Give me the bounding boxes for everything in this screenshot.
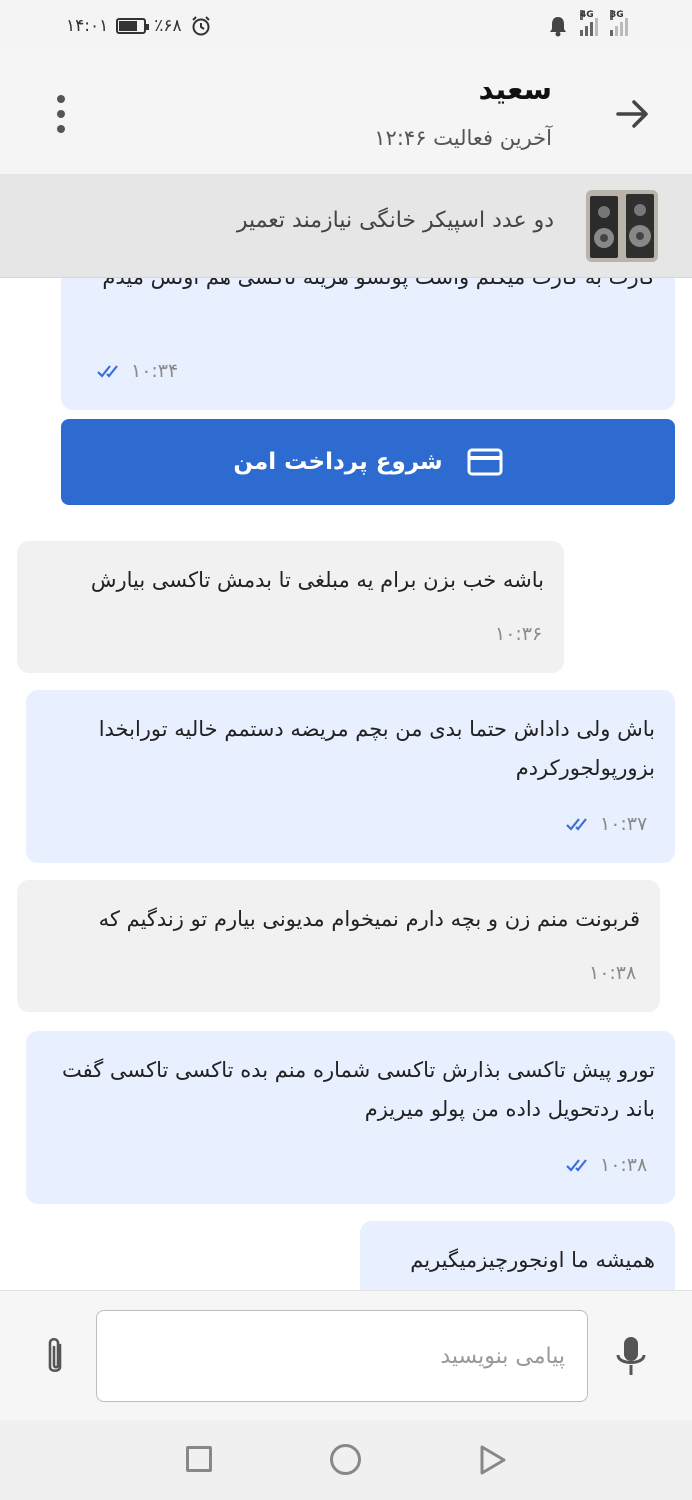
arrow-right-icon[interactable]: [612, 94, 652, 134]
paperclip-icon[interactable]: [40, 1335, 70, 1379]
message-incoming[interactable]: قربونت منم زن و بچه دارم نمیخوام مدیونی …: [17, 880, 660, 1012]
message-time: ۱۰:۳۶: [495, 623, 543, 645]
message-meta: ۱۰:۳۷: [566, 813, 647, 835]
message-text: قربونت منم زن و بچه دارم نمیخوام مدیونی …: [98, 907, 640, 931]
double-check-icon: [97, 365, 118, 378]
message-text: باش ولی داداش حتما بدی من بچم مریضه دستم…: [98, 717, 655, 780]
signal-icon-4g: 4G: [580, 10, 598, 36]
last-seen: آخرین فعالیت ۱۲:۴۶: [374, 126, 552, 150]
message-incoming[interactable]: باشه خب بزن برام یه مبلغی تا بدمش تاکسی …: [17, 541, 564, 673]
double-check-icon: [566, 818, 587, 831]
message-input[interactable]: [96, 1310, 588, 1402]
status-time: ۱۴:۰۱: [66, 16, 109, 36]
more-vertical-icon[interactable]: [52, 94, 70, 134]
message-outgoing[interactable]: کارت به کارت میکنم واست پولشو هزینه تاکس…: [61, 278, 675, 410]
message-meta: ۱۰:۳۶: [495, 623, 542, 645]
status-bar: ۱۴:۰۱ ٪۶۸ 4G 3G: [0, 0, 692, 52]
back-triangle-icon[interactable]: [478, 1444, 508, 1476]
message-meta: ۱۰:۳۸: [566, 1154, 647, 1176]
secure-payment-button[interactable]: شروع پرداخت امن: [61, 419, 675, 505]
contact-name: سعید: [478, 72, 552, 106]
message-text: کارت به کارت میکنم واست پولشو هزینه تاکس…: [81, 278, 655, 297]
recent-apps-icon[interactable]: [186, 1446, 212, 1472]
message-outgoing[interactable]: همیشه ما اونجورچیزمیگیریم: [360, 1221, 675, 1290]
message-outgoing[interactable]: باش ولی داداش حتما بدی من بچم مریضه دستم…: [26, 690, 675, 863]
microphone-icon[interactable]: [612, 1335, 650, 1379]
message-time: ۱۰:۳۴: [131, 360, 179, 382]
listing-title: دو عدد اسپیکر خانگی نیازمند تعمیر: [236, 208, 554, 233]
double-check-icon: [566, 1159, 587, 1172]
message-time: ۱۰:۳۸: [600, 1154, 648, 1176]
message-time: ۱۰:۳۸: [589, 962, 637, 984]
signal-icon-3g: 3G: [610, 10, 628, 36]
message-list[interactable]: کارت به کارت میکنم واست پولشو هزینه تاکس…: [0, 278, 692, 1290]
chat-header: سعید آخرین فعالیت ۱۲:۴۶: [0, 52, 692, 174]
secure-payment-label: شروع پرداخت امن: [233, 449, 443, 475]
credit-card-icon: [467, 448, 503, 476]
message-composer: [0, 1290, 692, 1420]
message-text: باشه خب بزن برام یه مبلغی تا بدمش تاکسی …: [90, 568, 544, 592]
status-left: ۱۴:۰۱ ٪۶۸: [66, 15, 212, 37]
listing-thumbnail: [586, 190, 658, 262]
message-meta: ۱۰:۳۴: [97, 360, 178, 382]
message-time: ۱۰:۳۷: [600, 813, 648, 835]
speaker-image-icon: [586, 190, 658, 262]
battery-level: ٪۶۸: [154, 16, 182, 36]
message-outgoing[interactable]: تورو پیش تاکسی بذارش تاکسی شماره منم بده…: [26, 1031, 675, 1204]
bell-mute-icon: [550, 17, 566, 37]
message-text: تورو پیش تاکسی بذارش تاکسی شماره منم بده…: [61, 1058, 655, 1121]
battery-icon: [116, 18, 150, 34]
system-nav-bar: [0, 1420, 692, 1500]
listing-bar[interactable]: دو عدد اسپیکر خانگی نیازمند تعمیر: [0, 174, 692, 278]
alarm-icon: [191, 16, 210, 36]
message-meta: ۱۰:۳۸: [589, 962, 636, 984]
status-right: 4G 3G: [548, 10, 628, 37]
home-icon[interactable]: [330, 1444, 361, 1475]
message-text: همیشه ما اونجورچیزمیگیریم: [410, 1248, 655, 1272]
